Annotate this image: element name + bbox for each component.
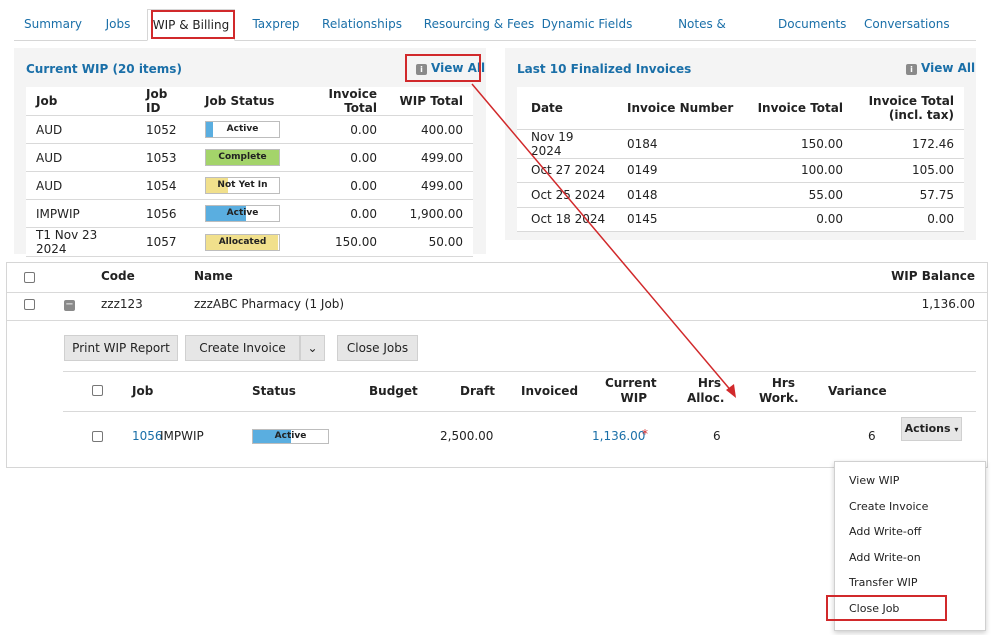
annotation-arrow — [471, 83, 736, 398]
